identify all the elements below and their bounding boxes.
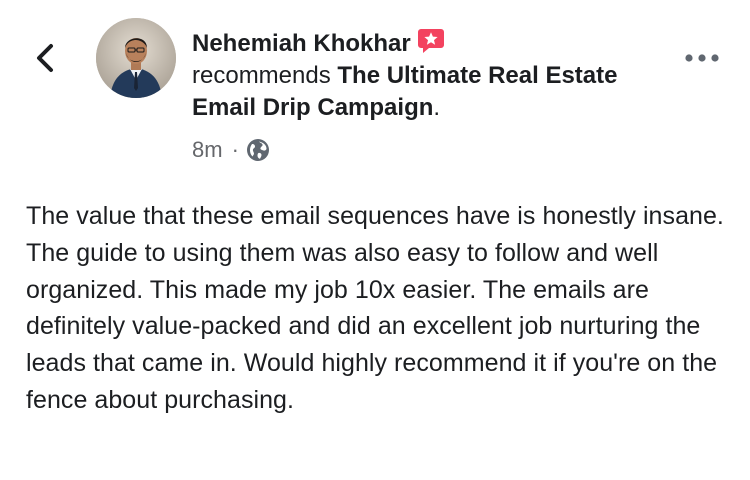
meta-separator: ·: [231, 137, 239, 162]
globe-icon[interactable]: [246, 138, 270, 162]
page-suffix: .: [433, 94, 441, 121]
more-horizontal-icon: [685, 54, 719, 62]
chevron-left-icon: [37, 44, 53, 72]
post-body: The value that these email sequences hav…: [26, 202, 724, 414]
action-text: recommends: [192, 62, 331, 89]
profile-photo: [96, 18, 176, 98]
more-options-button[interactable]: [683, 50, 721, 66]
author-name[interactable]: Nehemiah Khokhar: [192, 30, 411, 57]
avatar[interactable]: [96, 18, 176, 98]
post-header: Nehemiah Khokhar recommends The Ultimate…: [192, 28, 662, 124]
post-meta: 8m ·: [192, 134, 270, 166]
recommendation-star-icon: [417, 28, 445, 54]
timestamp[interactable]: 8m: [192, 137, 223, 163]
back-button[interactable]: [30, 38, 64, 78]
